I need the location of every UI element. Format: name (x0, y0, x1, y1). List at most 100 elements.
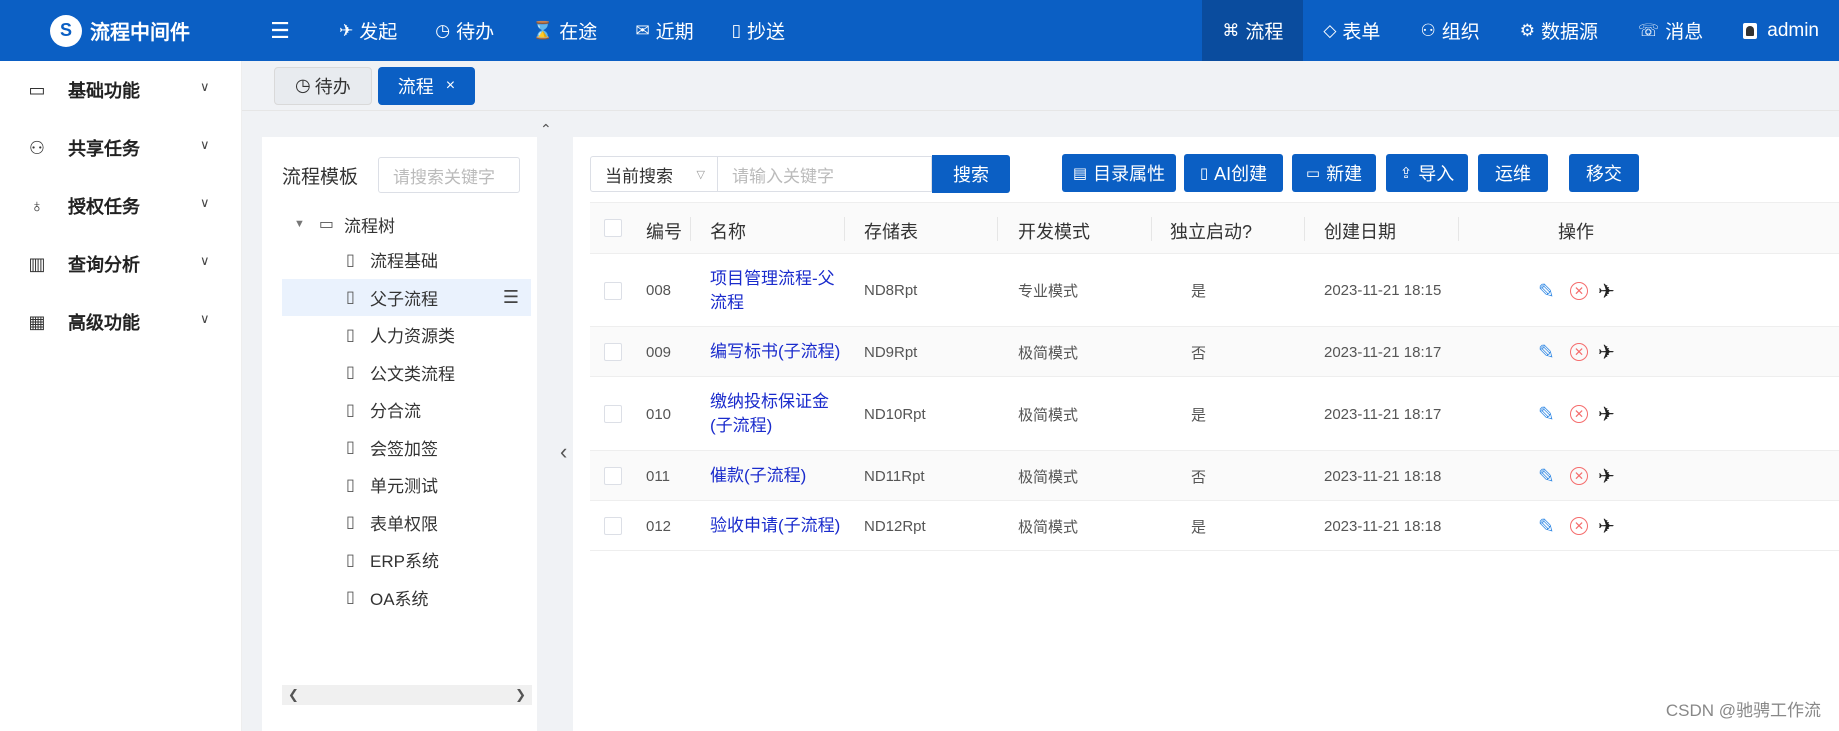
action-button-4[interactable]: 运维 (1478, 154, 1548, 192)
edit-icon[interactable]: ✎ (1538, 340, 1555, 365)
sidebar-item-1[interactable]: ⚇ 共享任务 ∨ (0, 119, 241, 177)
table-row[interactable]: 009 编写标书(子流程) ND9Rpt 极简模式 否 2023-11-21 18:17 ✎… (590, 327, 1839, 377)
row-name-link[interactable]: 验收申请(子流程) (710, 501, 850, 551)
delete-icon[interactable]: ✕ (1570, 405, 1588, 423)
delete-icon[interactable]: ✕ (1570, 467, 1588, 485)
action-button-3[interactable]: ⇪ 导入 (1386, 154, 1468, 192)
top-nav-2[interactable]: ⌛ 在途 (513, 0, 616, 61)
row-name-link[interactable]: 缴纳投标保证金(子流程) (710, 377, 850, 451)
tab-1[interactable]: 流程 × (377, 66, 476, 105)
menu-toggle-icon[interactable]: ☰ (240, 0, 320, 61)
app-title: 流程中间件 (90, 22, 190, 44)
action-buttons: ▤ 目录属性 ▯ AI创建 ▭ 新建 ⇪ 导入 运维 移交 (573, 154, 1839, 194)
sidebar-item-label: 高级功能 (68, 313, 140, 333)
row-dev-mode: 极简模式 (1018, 468, 1079, 486)
send-icon[interactable]: ✈ (1598, 514, 1615, 539)
top-right-nav-1[interactable]: ◇ 表单 (1303, 0, 1400, 61)
tree-node[interactable]: ▯ 流程基础 (262, 241, 537, 279)
edit-icon[interactable]: ✎ (1538, 279, 1555, 304)
top-nav-label: 发起 (359, 22, 398, 43)
file-icon: ▯ (346, 326, 355, 344)
action-button-label: 新建 (1326, 164, 1363, 184)
action-button-label: AI创建 (1214, 164, 1268, 184)
sidebar-item-4[interactable]: ▦ 高级功能 ∨ (0, 293, 241, 351)
tree-horizontal-scrollbar[interactable]: ❮ ❯ (282, 685, 532, 705)
send-icon[interactable]: ✈ (1598, 464, 1615, 489)
checkbox[interactable] (604, 517, 622, 535)
top-right-nav-0[interactable]: ⌘ 流程 (1202, 0, 1304, 61)
action-button-1[interactable]: ▯ AI创建 (1184, 154, 1283, 192)
table-row[interactable]: 011 催款(子流程) ND11Rpt 极简模式 否 2023-11-21 18:18 ✎ ✕… (590, 451, 1839, 501)
collapse-panel-icon[interactable]: ‹ (560, 439, 567, 465)
tree-node[interactable]: ▯ ERP系统 (262, 541, 537, 579)
send-icon[interactable]: ✈ (1598, 279, 1615, 304)
tree-node[interactable]: ▯ 表单权限 (262, 504, 537, 542)
tree-node[interactable]: ▯ 会签加签 (262, 429, 537, 467)
top-right-nav-5[interactable]: admin (1723, 0, 1839, 61)
action-button-5[interactable]: 移交 (1569, 154, 1639, 192)
table-header: 编号 名称 存储表 开发模式 独立启动? 创建日期 操作 (590, 202, 1839, 254)
table-row[interactable]: 012 验收申请(子流程) ND12Rpt 极简模式 是 2023-11-21 18:18… (590, 501, 1839, 551)
delete-icon[interactable]: ✕ (1570, 517, 1588, 535)
close-icon[interactable]: × (446, 77, 455, 95)
checkbox[interactable] (604, 281, 622, 300)
checkbox[interactable] (604, 405, 622, 423)
select-all-checkbox[interactable] (604, 219, 622, 237)
tree-node[interactable]: ▯ OA系统 (262, 579, 537, 617)
folder-icon: ▭ (28, 79, 46, 100)
main-panel: 当前搜索 ▽ 请输入关键字 搜索 ▤ 目录属性 ▯ AI创建 ▭ 新建 ⇪ 导入 运维 移交 编号… (573, 137, 1839, 731)
sidebar-item-2[interactable]: ♁ 授权任务 ∨ (0, 177, 241, 235)
action-button-0[interactable]: ▤ 目录属性 (1062, 154, 1176, 192)
table-row[interactable]: 010 缴纳投标保证金(子流程) ND10Rpt 极简模式 是 2023-11-21 18… (590, 377, 1839, 451)
mail-icon: ✉ (635, 20, 650, 40)
top-nav-0[interactable]: ✈ 发起 (320, 0, 416, 61)
scroll-up-icon[interactable]: ⌃ (540, 121, 552, 138)
sidebar-item-3[interactable]: ▥ 查询分析 ∨ (0, 235, 241, 293)
edit-icon[interactable]: ✎ (1538, 402, 1555, 427)
send-icon[interactable]: ✈ (1598, 340, 1615, 365)
row-checkbox[interactable] (604, 281, 622, 300)
delete-icon[interactable]: ✕ (1570, 281, 1588, 300)
checkbox[interactable] (604, 467, 622, 485)
table-row[interactable]: 008 项目管理流程-父流程 ND8Rpt 专业模式 是 2023-11-21 18:15… (590, 254, 1839, 327)
scroll-right-icon[interactable]: ❯ (515, 687, 526, 703)
top-right-nav-4[interactable]: ☏ 消息 (1618, 0, 1723, 61)
tree-search-input[interactable]: 请搜索关键字 (378, 157, 520, 193)
checkbox[interactable] (604, 219, 622, 237)
row-checkbox[interactable] (604, 517, 622, 535)
file-icon: ▯ (346, 364, 355, 382)
tree-node[interactable]: ▯ 人力资源类 (262, 316, 537, 354)
tree-node[interactable]: ▯ 分合流 (262, 391, 537, 429)
action-button-2[interactable]: ▭ 新建 (1292, 154, 1376, 192)
delete-icon[interactable]: ✕ (1570, 343, 1588, 361)
row-checkbox[interactable] (604, 467, 622, 485)
row-checkbox[interactable] (604, 343, 622, 361)
row-name-link[interactable]: 项目管理流程-父流程 (710, 254, 850, 327)
edit-icon[interactable]: ✎ (1538, 464, 1555, 489)
top-nav-1[interactable]: ◷ 待办 (416, 0, 513, 61)
top-right-nav-2[interactable]: ⚇ 组织 (1400, 0, 1499, 61)
tree-root[interactable]: ▼ ▭ 流程树 (262, 207, 537, 241)
row-name-link[interactable]: 编写标书(子流程) (710, 327, 850, 377)
top-nav-4[interactable]: ▯ 抄送 (713, 0, 804, 61)
row-checkbox[interactable] (604, 405, 622, 423)
tree-node[interactable]: ▯ 公文类流程 (262, 354, 537, 392)
bar-chart-icon: ▥ (28, 253, 46, 274)
top-right-nav-3[interactable]: ⚙ 数据源 (1500, 0, 1618, 61)
top-right-nav-label: 消息 (1665, 22, 1704, 43)
sidebar-item-0[interactable]: ▭ 基础功能 ∨ (0, 61, 241, 119)
tree-node[interactable]: ▯ 单元测试 (262, 466, 537, 504)
column-header: 开发模式 (1018, 222, 1090, 242)
caret-down-icon[interactable]: ▼ (294, 218, 305, 230)
app-logo[interactable]: S 流程中间件 (0, 0, 240, 61)
top-nav-3[interactable]: ✉ 近期 (616, 0, 712, 61)
tree-node[interactable]: ▯ 父子流程 ☰ (282, 278, 531, 316)
tab-0[interactable]: ◷ 待办 (274, 66, 372, 105)
menu-icon[interactable]: ☰ (503, 287, 519, 308)
checkbox[interactable] (604, 343, 622, 361)
edit-icon[interactable]: ✎ (1538, 514, 1555, 539)
top-right-nav-label: 数据源 (1540, 22, 1598, 43)
row-name-link[interactable]: 催款(子流程) (710, 451, 850, 501)
send-icon[interactable]: ✈ (1598, 402, 1615, 427)
scroll-left-icon[interactable]: ❮ (288, 687, 299, 703)
